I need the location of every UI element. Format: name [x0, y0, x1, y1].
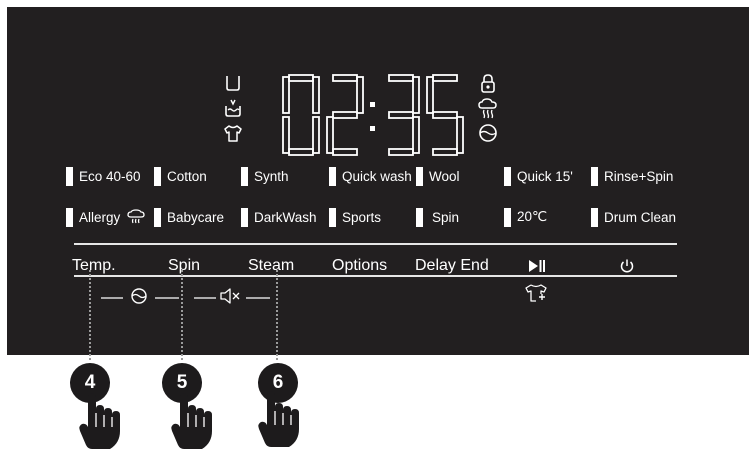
- program-sports[interactable]: Sports: [329, 207, 381, 227]
- program-drum-clean[interactable]: Drum Clean: [591, 207, 676, 227]
- program-quick-15[interactable]: Quick 15': [504, 166, 573, 186]
- temp-spin-combo-indicator: [101, 286, 181, 311]
- temp-button[interactable]: Temp.: [72, 257, 116, 275]
- program-label: Babycare: [167, 209, 225, 225]
- program-allergy[interactable]: Allergy: [66, 207, 145, 227]
- power-button[interactable]: [619, 258, 635, 274]
- clock-colon-dot: [370, 102, 375, 107]
- prewash-basin-icon: [222, 97, 244, 119]
- mute-indicator: [194, 286, 270, 311]
- program-label: Drum Clean: [604, 209, 677, 225]
- program-quick-wash[interactable]: Quick wash: [329, 166, 412, 186]
- program-synth[interactable]: Synth: [241, 166, 289, 186]
- clock-segment: [432, 148, 458, 156]
- program-indicator: [154, 166, 161, 186]
- clock-segment: [312, 76, 320, 114]
- time-display: [282, 74, 464, 156]
- clock-segment: [412, 116, 420, 154]
- program-indicator: [241, 207, 248, 227]
- delay-end-button[interactable]: Delay End: [415, 257, 489, 275]
- program-label: 20℃: [517, 209, 548, 224]
- pointing-hand-icon: [79, 393, 120, 449]
- clock-segment: [288, 148, 314, 156]
- clock-colon-dot: [370, 126, 375, 131]
- steam-icon: [477, 97, 499, 119]
- program-indicator: [154, 207, 161, 227]
- clock-segment: [282, 116, 290, 154]
- start-pause-button[interactable]: [528, 259, 546, 273]
- clock-segment: [332, 111, 358, 119]
- program-indicator: [416, 166, 423, 186]
- clock-segment: [288, 74, 314, 82]
- play-pause-icon: [529, 260, 545, 272]
- program-label: Rinse+Spin: [604, 168, 674, 184]
- clock-segment: [326, 116, 334, 154]
- divider-top: [74, 243, 677, 245]
- program-indicator: [591, 166, 598, 186]
- mute-icon: [220, 288, 240, 304]
- program-wool[interactable]: Wool: [416, 166, 460, 186]
- program-indicator: [66, 207, 73, 227]
- clock-segment: [388, 148, 414, 156]
- program-indicator: [241, 166, 248, 186]
- child-lock-icon: [477, 72, 499, 94]
- callout-line-4: [89, 270, 91, 360]
- pointing-hand-icon: [171, 393, 212, 449]
- program-label: Quick wash: [342, 168, 412, 184]
- control-panel: Eco 40-60 Cotton Synth Quick wash Wool Q…: [7, 7, 749, 355]
- clock-segment: [332, 74, 358, 82]
- pointing-hand-icon: [258, 391, 299, 447]
- steam-button[interactable]: Steam: [248, 257, 294, 275]
- program-label: Quick 15': [517, 168, 573, 184]
- clock-segment: [312, 116, 320, 154]
- program-darkwash[interactable]: DarkWash: [241, 207, 317, 227]
- soil-level-icon: [477, 122, 499, 144]
- spin-button[interactable]: Spin: [168, 257, 200, 275]
- program-indicator: [329, 166, 336, 186]
- clock-segment: [356, 76, 364, 114]
- program-indicator: [66, 166, 73, 186]
- program-label: Synth: [254, 168, 289, 184]
- clock-segment: [282, 76, 290, 114]
- program-label: Cotton: [167, 168, 207, 184]
- program-spin[interactable]: Spin: [416, 207, 459, 227]
- program-label: Sports: [342, 209, 382, 225]
- program-20c[interactable]: 20℃: [504, 207, 547, 227]
- clock-segment: [332, 148, 358, 156]
- clock-segment: [432, 111, 458, 119]
- program-indicator: [504, 207, 511, 227]
- options-button[interactable]: Options: [332, 257, 387, 275]
- soil-level-icon: [131, 288, 147, 304]
- clock-segment: [388, 74, 414, 82]
- program-label: Spin: [432, 209, 460, 225]
- shirt-icon: [222, 122, 244, 144]
- program-indicator: [416, 207, 423, 227]
- clock-segment: [426, 76, 434, 114]
- program-indicator: [591, 207, 598, 227]
- clock-segment: [456, 116, 464, 154]
- clock-segment: [412, 76, 420, 114]
- program-eco-40-60[interactable]: Eco 40-60: [66, 166, 141, 186]
- callout-line-5: [181, 270, 183, 360]
- program-indicator: [329, 207, 336, 227]
- clock-segment: [432, 74, 458, 82]
- program-babycare[interactable]: Babycare: [154, 207, 224, 227]
- program-label: Allergy: [79, 209, 121, 225]
- program-cotton[interactable]: Cotton: [154, 166, 207, 186]
- divider-bottom: [74, 275, 677, 277]
- steam-icon: [127, 209, 145, 224]
- program-label: Eco 40-60: [79, 168, 141, 184]
- add-garment-icon: [525, 284, 547, 302]
- add-garment-indicator: [524, 283, 550, 310]
- program-indicator: [504, 166, 511, 186]
- power-icon: [620, 259, 634, 273]
- callout-line-6: [276, 270, 278, 360]
- clock-segment: [388, 111, 414, 119]
- program-label: Wool: [429, 168, 460, 184]
- program-rinse-spin[interactable]: Rinse+Spin: [591, 166, 673, 186]
- program-label: DarkWash: [254, 209, 317, 225]
- detergent-tray-icon: [222, 72, 244, 94]
